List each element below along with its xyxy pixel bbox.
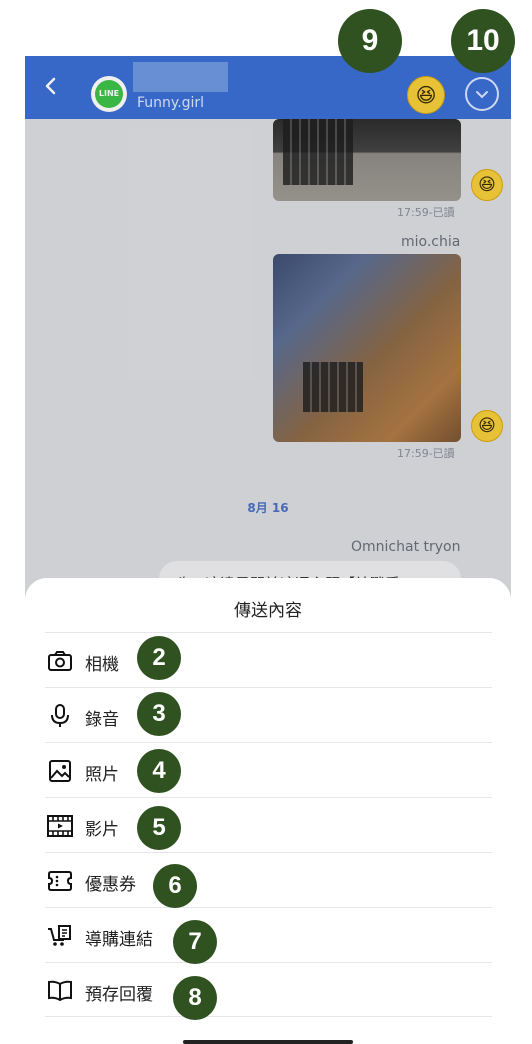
shopping-cart-icon xyxy=(47,924,73,948)
sheet-item-label: 影片 xyxy=(85,820,119,840)
marker-8: 8 xyxy=(173,976,217,1020)
sheet-item-label: 優惠券 xyxy=(85,875,136,895)
sheet-item-photo[interactable]: 照片 xyxy=(45,742,492,797)
marker-10: 10 xyxy=(451,9,515,73)
sheet-item-label: 導購連結 xyxy=(85,930,153,950)
sheet-item-label: 錄音 xyxy=(85,710,119,730)
sheet-item-video[interactable]: 影片 xyxy=(45,797,492,852)
sheet-divider xyxy=(45,1016,492,1018)
sheet-title: 傳送內容 xyxy=(234,601,302,621)
coupon-icon xyxy=(47,869,73,893)
microphone-icon xyxy=(47,704,73,728)
film-icon xyxy=(47,814,73,838)
sheet-item-label: 照片 xyxy=(85,765,119,785)
marker-7: 7 xyxy=(173,920,217,964)
send-content-sheet: 傳送內容 相機 錄音 照片 影片 優惠券 導購連結 預存回覆 xyxy=(25,578,511,1044)
marker-4: 4 xyxy=(137,749,181,793)
home-indicator xyxy=(183,1040,353,1044)
sheet-item-saved-reply[interactable]: 預存回覆 xyxy=(45,962,492,1017)
book-icon xyxy=(47,979,73,1003)
sheet-item-shopping-link[interactable]: 導購連結 xyxy=(45,907,492,962)
image-icon xyxy=(47,759,73,783)
marker-2: 2 xyxy=(137,636,181,680)
marker-9: 9 xyxy=(338,9,402,73)
marker-6: 6 xyxy=(153,864,197,908)
sheet-item-camera[interactable]: 相機 xyxy=(45,632,492,687)
sheet-item-label: 相機 xyxy=(85,655,119,675)
sheet-item-label: 預存回覆 xyxy=(85,985,153,1005)
sheet-item-coupon[interactable]: 優惠券 xyxy=(45,852,492,907)
marker-5: 5 xyxy=(137,806,181,850)
camera-icon xyxy=(47,649,73,673)
marker-3: 3 xyxy=(137,692,181,736)
sheet-item-audio[interactable]: 錄音 xyxy=(45,687,492,742)
